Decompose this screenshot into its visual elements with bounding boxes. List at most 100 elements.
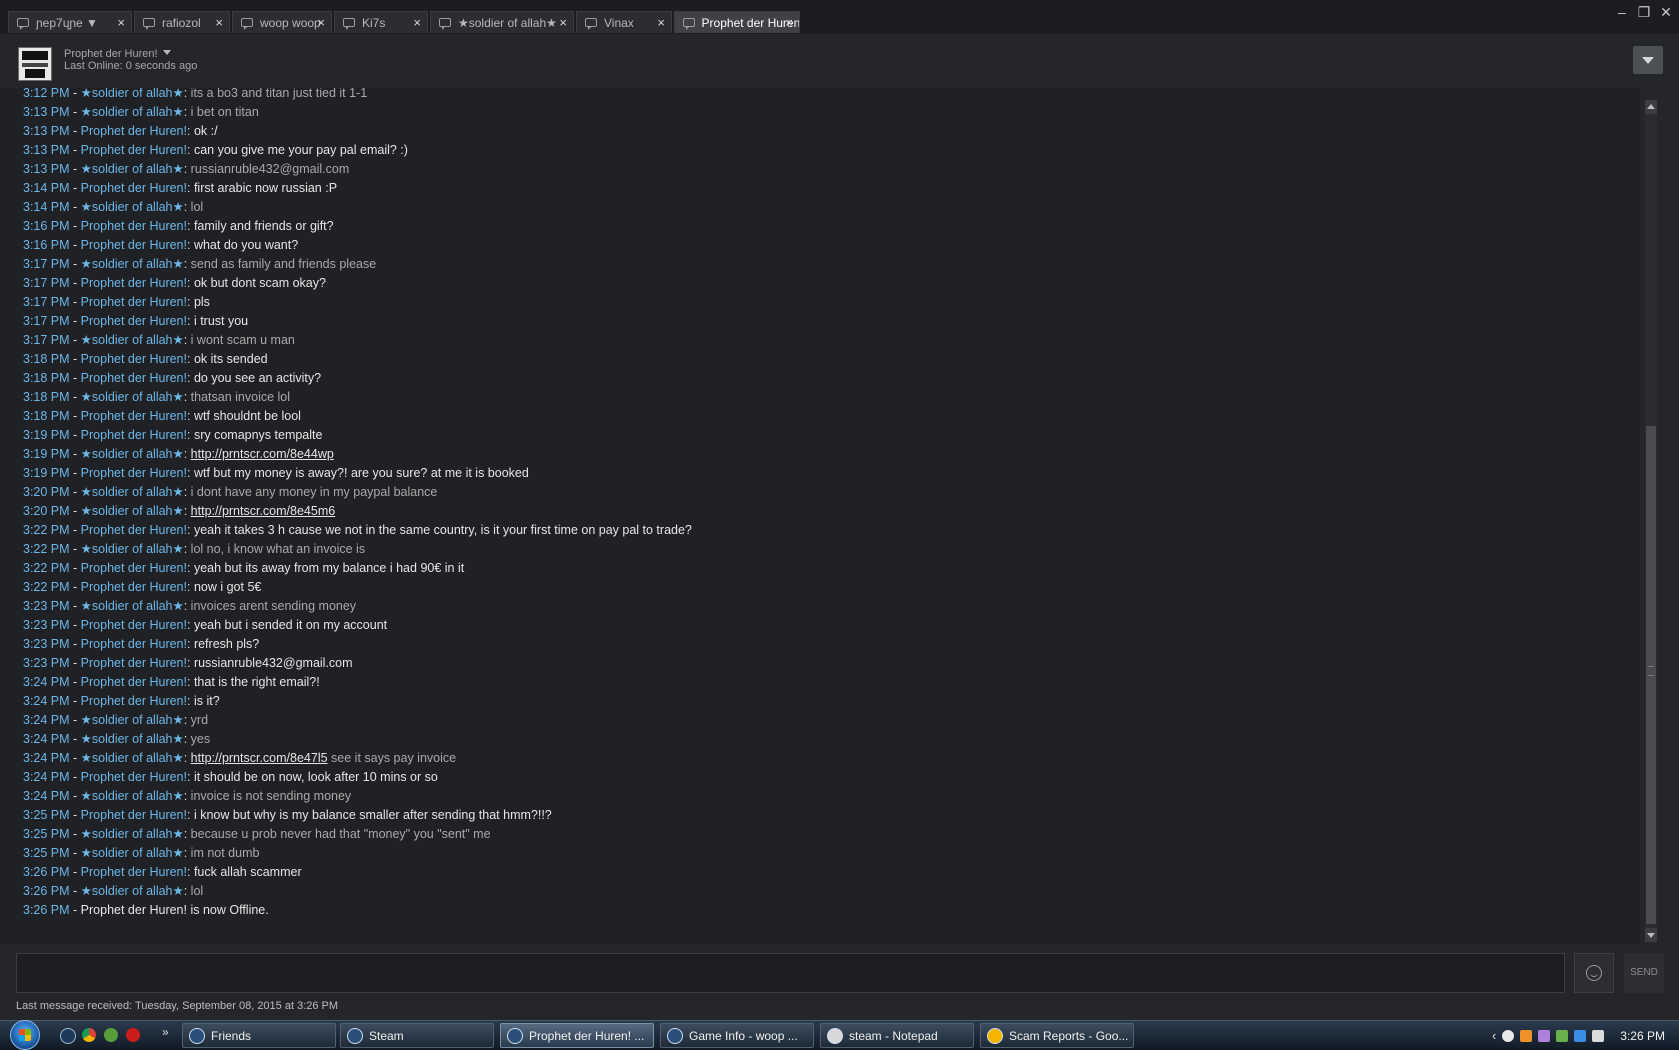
sender-name[interactable]: Prophet der Huren! [81,352,187,366]
chat-scrollbar[interactable] [1645,100,1657,942]
taskbar-button-5[interactable]: Scam Reports - Goo... [980,1023,1134,1048]
close-tab-icon[interactable]: × [215,15,223,30]
sender-name[interactable]: Prophet der Huren! [81,580,187,594]
sender-name[interactable]: Prophet der Huren! [81,618,187,632]
sender-name[interactable]: soldier of allah [92,751,173,765]
network-tray-icon[interactable] [1574,1029,1587,1042]
close-tab-icon[interactable]: × [413,15,421,30]
sender-name[interactable]: soldier of allah [92,447,173,461]
sender-name[interactable]: soldier of allah [92,485,173,499]
sender-name[interactable]: soldier of allah [92,732,173,746]
sender-name[interactable]: soldier of allah [92,827,173,841]
message-timestamp: 3:14 PM [23,200,70,214]
taskbar-clock[interactable]: 3:26 PM [1620,1029,1665,1043]
sender-name[interactable]: Prophet der Huren! [81,276,187,290]
message-link[interactable]: http://prntscr.com/8e47l5 [191,751,328,765]
message-link[interactable]: http://prntscr.com/8e44wp [191,447,334,461]
sender-name[interactable]: Prophet der Huren! [81,428,187,442]
close-tab-icon[interactable]: × [317,15,325,30]
chrome-quicklaunch-icon[interactable] [82,1028,96,1042]
taskbar-button-0[interactable]: Friends [182,1023,336,1048]
message-input[interactable] [16,953,1565,993]
close-tab-icon[interactable]: × [657,15,665,30]
start-button[interactable] [10,1020,40,1050]
chat-options-dropdown-button[interactable] [1633,46,1663,74]
close-tab-icon[interactable]: × [559,15,567,30]
battery-tray-icon[interactable] [1556,1029,1569,1042]
sender-name[interactable]: Prophet der Huren! [81,181,187,195]
volume-tray-icon[interactable] [1592,1029,1605,1042]
message-text: first arabic now russian :P [193,181,338,195]
sender-name[interactable]: soldier of allah [92,105,173,119]
sender-name[interactable]: Prophet der Huren! [81,637,187,651]
sender-name[interactable]: soldier of allah [92,257,173,271]
sender-name[interactable]: Prophet der Huren! [81,808,187,822]
app-tray-icon[interactable] [1520,1029,1533,1042]
send-button[interactable]: SEND [1624,953,1664,993]
emoticon-button[interactable] [1574,953,1614,993]
message-link[interactable]: http://prntscr.com/8e45m6 [191,504,336,518]
sender-name[interactable]: Prophet der Huren! [81,656,187,670]
sender-name[interactable]: soldier of allah [92,599,173,613]
sender-name[interactable]: Prophet der Huren! [81,371,187,385]
maximize-button[interactable]: ❐ [1637,4,1651,21]
sender-name[interactable]: Prophet der Huren! [81,770,187,784]
sender-name[interactable]: soldier of allah [92,789,173,803]
minimize-button[interactable]: – [1615,4,1629,21]
sender-name[interactable]: Prophet der Huren! [81,675,187,689]
close-tab-icon[interactable]: × [785,15,793,30]
tab-3[interactable]: Ki7s × [334,11,428,33]
sender-name[interactable]: Prophet der Huren! [81,124,187,138]
tab-2[interactable]: woop woop × [232,11,332,33]
tray-expand-icon[interactable]: ‹ [1492,1028,1496,1043]
scroll-up-arrow-icon[interactable] [1645,100,1657,114]
scrollbar-thumb[interactable] [1646,426,1656,924]
user-avatar[interactable] [18,47,52,81]
tab-1[interactable]: rafiozol × [134,11,230,33]
close-tab-icon[interactable]: × [117,15,125,30]
sender-name[interactable]: Prophet der Huren! [81,466,187,480]
sender-name[interactable]: Prophet der Huren! [81,561,187,575]
taskbar-button-2[interactable]: Prophet der Huren! ... [500,1023,654,1048]
sender-name[interactable]: soldier of allah [92,846,173,860]
star-icon: ★ [172,599,184,613]
sender-name[interactable]: soldier of allah [92,713,173,727]
message-text: im not dumb [190,846,260,860]
sender-name[interactable]: Prophet der Huren! [81,409,187,423]
message-text: send as family and friends please [190,257,377,271]
notification-icon[interactable] [1502,1029,1515,1042]
close-window-button[interactable]: ✕ [1659,4,1673,21]
sender-name[interactable]: Prophet der Huren! [81,143,187,157]
opera-quicklaunch-icon[interactable] [126,1028,140,1042]
tab-5[interactable]: Vinax × [576,11,672,33]
tab-6[interactable]: Prophet der Huren! × [674,11,800,33]
sender-name[interactable]: soldier of allah [92,200,173,214]
tab-0[interactable]: ɲep7ɥɲe ▼ × [8,11,132,33]
chat-bubble-icon [241,18,253,30]
taskbar-button-4[interactable]: steam - Notepad [820,1023,974,1048]
sender-name[interactable]: soldier of allah [92,333,173,347]
sender-name[interactable]: Prophet der Huren! [81,238,187,252]
sender-name[interactable]: Prophet der Huren! [81,295,187,309]
tab-4[interactable]: ★soldier of allah★ × [430,11,574,33]
sender-name[interactable]: soldier of allah [92,542,173,556]
sender-name[interactable]: soldier of allah [92,884,173,898]
sender-name[interactable]: Prophet der Huren! [81,865,187,879]
sender-name[interactable]: soldier of allah [92,504,173,518]
taskbar-button-1[interactable]: Steam [340,1023,494,1048]
sender-name[interactable]: Prophet der Huren! [81,523,187,537]
steam-quicklaunch-icon[interactable] [60,1028,76,1044]
sender-name[interactable]: Prophet der Huren! [81,694,187,708]
sender-name[interactable]: soldier of allah [92,390,173,404]
pen-tray-icon[interactable] [1538,1029,1551,1042]
app-quicklaunch-icon[interactable] [104,1028,118,1042]
friend-name-dropdown[interactable]: Prophet der Huren! [64,48,171,60]
scroll-down-arrow-icon[interactable] [1645,928,1657,942]
taskbar-button-3[interactable]: Game Info - woop ... [660,1023,814,1048]
quicklaunch-overflow-icon[interactable]: » [162,1025,169,1039]
sender-name[interactable]: Prophet der Huren! [81,314,187,328]
sender-name[interactable]: Prophet der Huren! [81,219,187,233]
sender-name[interactable]: soldier of allah [92,88,173,100]
sender-name[interactable]: soldier of allah [92,162,173,176]
message-timestamp: 3:17 PM [23,276,70,290]
